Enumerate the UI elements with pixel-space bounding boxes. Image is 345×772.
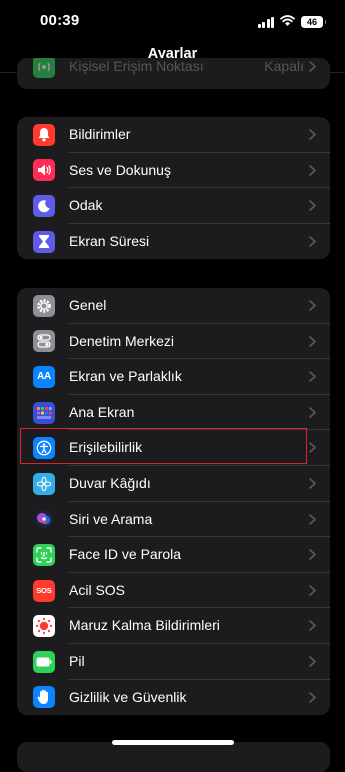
status-icons: 46	[257, 13, 326, 31]
battery-indicator-icon: 46	[301, 16, 326, 28]
row-label: Duvar Kâğıdı	[69, 474, 151, 491]
moon-icon	[33, 194, 55, 217]
settings-group-general: Genel Denetim Merkezi AA Ekran ve Parlak…	[17, 288, 330, 716]
row-label: Ekran Süresi	[69, 232, 150, 249]
siri-icon	[33, 508, 55, 531]
row-label: Maruz Kalma Bildirimleri	[69, 617, 220, 634]
row-accessibility[interactable]: Erişilebilirlik	[17, 430, 330, 466]
row-label: Face ID ve Parola	[69, 546, 182, 563]
row-battery[interactable]: Pil	[17, 644, 330, 680]
row-emergency-sos[interactable]: SOS Acil SOS	[17, 573, 330, 609]
speaker-icon	[33, 159, 55, 182]
chevron-right-icon	[309, 200, 316, 211]
flower-icon	[33, 472, 55, 495]
cellular-signal-icon	[257, 16, 274, 28]
row-privacy-security[interactable]: Gizlilik ve Güvenlik	[17, 680, 330, 716]
hand-icon	[33, 686, 55, 709]
row-label: Denetim Merkezi	[69, 332, 175, 349]
home-indicator[interactable]	[112, 740, 234, 745]
row-home-screen[interactable]: Ana Ekran	[17, 395, 330, 431]
row-label: Ana Ekran	[69, 403, 135, 420]
text-size-glyph: AA	[37, 371, 51, 383]
chevron-right-icon	[309, 513, 316, 525]
row-label: Erişilebilirlik	[69, 439, 143, 456]
row-label: Ses ve Dokunuş	[69, 161, 171, 178]
battery-icon	[33, 650, 55, 673]
hourglass-icon	[33, 230, 55, 253]
exposure-icon	[33, 615, 55, 638]
chevron-right-icon	[309, 584, 316, 596]
wifi-icon	[280, 13, 295, 31]
sos-icon: SOS	[33, 579, 55, 602]
row-label: Genel	[69, 297, 107, 313]
chevron-right-icon	[309, 371, 316, 382]
row-general[interactable]: Genel	[17, 288, 330, 324]
row-label: Pil	[69, 652, 85, 669]
face-id-icon	[33, 543, 55, 566]
chevron-right-icon	[309, 129, 316, 140]
row-label: Bildirimler	[69, 126, 131, 142]
row-notifications[interactable]: Bildirimler	[17, 117, 330, 153]
row-screen-time[interactable]: Ekran Süresi	[17, 224, 330, 260]
row-sounds-haptics[interactable]: Ses ve Dokunuş	[17, 153, 330, 189]
chevron-right-icon	[309, 235, 316, 247]
row-focus[interactable]: Odak	[17, 188, 330, 224]
status-bar: 00:39 46	[0, 0, 345, 44]
row-display-brightness[interactable]: AA Ekran ve Parlaklık	[17, 359, 330, 395]
settings-group-connectivity: Kişisel Erişim Noktası Kapalı	[17, 58, 330, 89]
chevron-right-icon	[309, 656, 316, 667]
chevron-right-icon	[309, 478, 316, 489]
settings-group-next	[17, 742, 330, 772]
chevron-right-icon	[309, 300, 316, 311]
app-grid-icon	[33, 401, 55, 424]
chevron-right-icon	[309, 335, 316, 347]
row-label: Acil SOS	[69, 581, 126, 598]
row-label: Kişisel Erişim Noktası	[69, 58, 204, 74]
row-label: Siri ve Arama	[69, 510, 153, 527]
chevron-right-icon	[309, 442, 316, 454]
toggles-icon	[33, 330, 55, 353]
sos-glyph: SOS	[36, 586, 52, 596]
chevron-right-icon	[309, 406, 316, 418]
row-personal-hotspot[interactable]: Kişisel Erişim Noktası Kapalı	[17, 58, 330, 85]
status-time: 00:39	[40, 12, 80, 29]
row-label: Odak	[69, 197, 103, 214]
row-control-center[interactable]: Denetim Merkezi	[17, 324, 330, 360]
row-siri-search[interactable]: Siri ve Arama	[17, 502, 330, 538]
row-exposure-notifications[interactable]: Maruz Kalma Bildirimleri	[17, 608, 330, 644]
hotspot-icon	[33, 58, 55, 78]
text-size-icon: AA	[33, 365, 55, 388]
row-wallpaper[interactable]: Duvar Kâğıdı	[17, 466, 330, 502]
chevron-right-icon	[309, 164, 316, 176]
row-label: Ekran ve Parlaklık	[69, 368, 182, 385]
chevron-right-icon	[309, 61, 316, 72]
chevron-right-icon	[309, 549, 316, 560]
accessibility-icon	[33, 437, 55, 460]
gear-icon	[33, 294, 55, 317]
row-label: Gizlilik ve Güvenlik	[69, 688, 187, 705]
row-value: Kapalı	[264, 58, 304, 74]
settings-group-notifications: Bildirimler Ses ve Dokunuş Odak Ekran Sü…	[17, 117, 330, 260]
row-face-id-passcode[interactable]: Face ID ve Parola	[17, 537, 330, 573]
bell-icon	[33, 123, 55, 146]
chevron-right-icon	[309, 691, 316, 703]
chevron-right-icon	[309, 620, 316, 632]
